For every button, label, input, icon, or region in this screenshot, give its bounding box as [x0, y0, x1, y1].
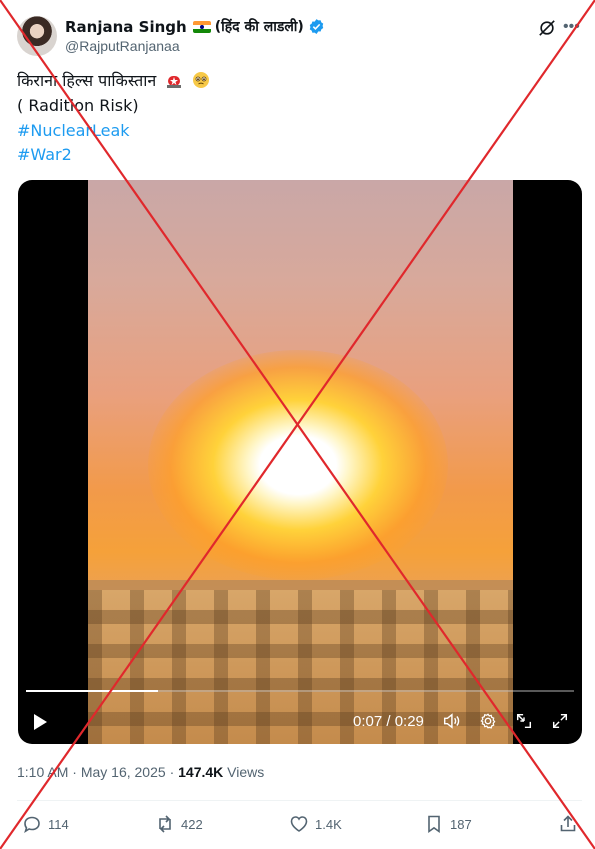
like-button[interactable]: 1.4K	[289, 814, 342, 834]
reply-icon	[24, 816, 40, 833]
share-icon	[560, 815, 576, 832]
repost-icon	[159, 815, 171, 833]
meta-separator: ·	[72, 764, 77, 780]
heart-icon	[290, 816, 308, 832]
author-name-row[interactable]: Ranjana Singh (हिंद की लाडली)	[65, 17, 325, 36]
grok-icon[interactable]	[538, 19, 556, 37]
post-header: Ranjana Singh (हिंद की लाडली) @RajputRan…	[0, 0, 595, 62]
post-text-hindi: किराना हिल्स पाकिस्तान	[17, 71, 157, 90]
video-progress-bar[interactable]	[26, 690, 574, 692]
reply-button[interactable]: 114	[22, 814, 69, 834]
fullscreen-icon[interactable]	[551, 712, 569, 730]
picture-in-picture-icon[interactable]	[515, 712, 533, 730]
like-count: 1.4K	[315, 816, 342, 832]
hashtag-link[interactable]: #NuclearLeak	[17, 120, 130, 142]
video-time: 0:07 / 0:29	[353, 713, 424, 730]
author-display-name[interactable]: Ranjana Singh	[65, 18, 187, 36]
play-icon[interactable]	[34, 714, 47, 730]
views-count: 147.4K	[178, 764, 224, 780]
explosion-image	[148, 350, 448, 580]
author-name-suffix: (हिंद की लाडली)	[214, 19, 304, 35]
settings-gear-icon[interactable]	[479, 712, 497, 730]
video-controls: 0:07 / 0:29	[18, 706, 582, 736]
reply-count: 114	[48, 816, 69, 832]
volume-icon[interactable]	[442, 712, 460, 730]
repost-count: 422	[181, 816, 203, 832]
post-meta: 1:10 AM · May 16, 2025 · 147.4K Views	[17, 764, 264, 780]
india-flag-icon	[192, 20, 211, 33]
views-label: Views	[227, 764, 265, 780]
video-player[interactable]: 0:07 / 0:29	[18, 180, 582, 744]
share-button[interactable]	[558, 814, 578, 834]
siren-emoji-icon	[165, 71, 183, 89]
verified-badge-icon	[309, 19, 324, 34]
post-date[interactable]: May 16, 2025	[81, 764, 166, 780]
repost-button[interactable]: 422	[155, 814, 203, 834]
video-progress-fill	[26, 690, 158, 692]
hashtag-link[interactable]: #War2	[17, 144, 72, 166]
post-text-line-1: किराना हिल्स पाकिस्तान	[17, 70, 210, 92]
post-time[interactable]: 1:10 AM	[17, 764, 68, 780]
bookmark-icon	[428, 815, 440, 834]
bookmark-button[interactable]: 187	[424, 814, 472, 834]
meta-separator: ·	[169, 764, 175, 780]
avatar[interactable]	[17, 16, 57, 56]
more-options-icon[interactable]: •••	[563, 19, 580, 35]
bookmark-count: 187	[450, 816, 472, 832]
pleading-face-emoji-icon	[192, 71, 210, 89]
video-frame[interactable]	[88, 180, 513, 744]
divider	[17, 800, 582, 801]
post-text-line-2: ( Radition Risk)	[17, 96, 139, 115]
author-handle[interactable]: @RajputRanjanaa	[65, 38, 180, 54]
